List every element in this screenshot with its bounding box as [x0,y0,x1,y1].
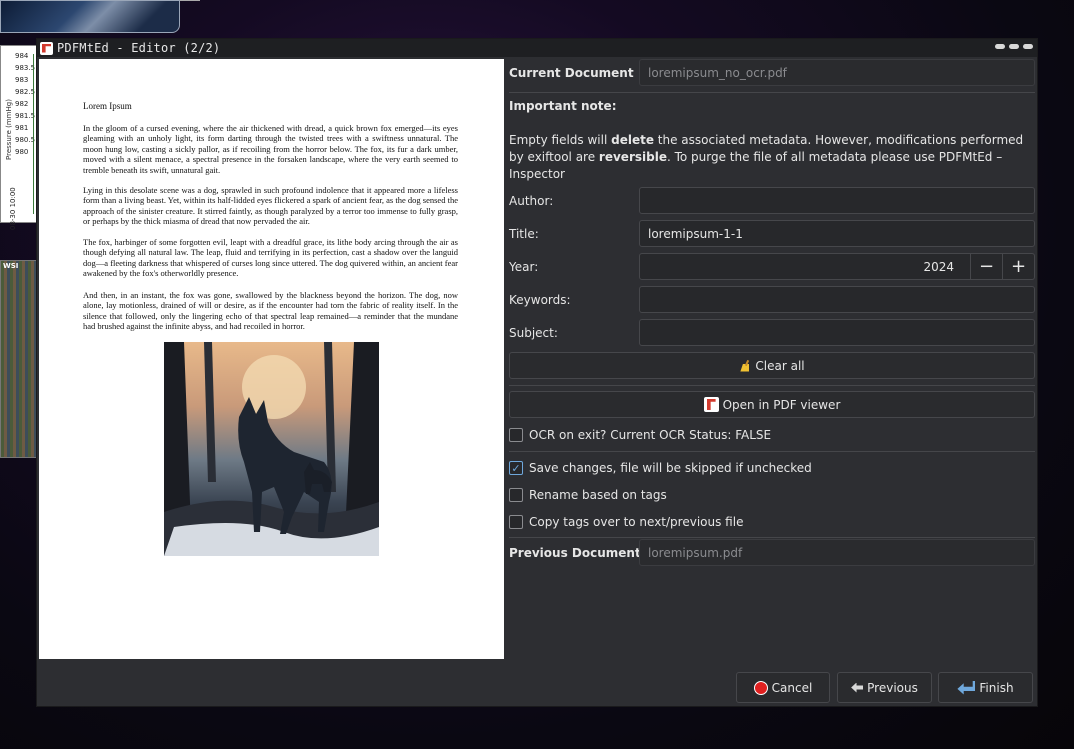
open-in-pdf-viewer-button[interactable]: Open in PDF viewer [509,391,1035,418]
subject-label: Subject: [509,326,558,340]
chart-tick: 980 [15,148,29,156]
finish-button[interactable]: Finish [938,672,1033,703]
cancel-label: Cancel [771,680,813,695]
divider [509,451,1035,452]
save-changes-checkbox-row[interactable]: ✓ Save changes, file will be skipped if … [509,461,812,475]
year-increment-button[interactable]: + [1002,254,1034,279]
preview-paragraph: In the gloom of a cursed evening, where … [83,123,458,175]
pdf-viewer-icon [703,397,719,412]
year-spinbox[interactable]: 2024 − + [639,253,1035,280]
rename-checkbox-row[interactable]: Rename based on tags [509,488,667,502]
previous-button[interactable]: Previous [837,672,932,703]
year-label: Year: [509,260,539,274]
clear-all-button[interactable]: Clear all [509,352,1035,379]
window-titlebar[interactable]: PDFMtEd - Editor (2/2) [37,39,1037,57]
save-changes-checkbox[interactable]: ✓ [509,461,523,475]
wolf-illustration-svg [164,342,379,556]
year-value: 2024 [923,260,954,274]
clear-all-label: Clear all [755,358,805,373]
chart-tick: 984 [15,52,29,60]
ocr-on-exit-label: OCR on exit? Current OCR Status: FALSE [529,428,772,442]
save-changes-label: Save changes, file will be skipped if un… [529,461,812,475]
current-document-label: Current Document [509,66,634,80]
desktop-thumbnail-image [0,0,180,33]
desktop-pressure-chart: Pressure (mmHg) 984 983.5 983 982.5 982 … [0,45,38,230]
important-note-text: Empty fields will delete the associated … [509,133,1024,181]
author-label: Author: [509,194,554,208]
rename-checkbox[interactable] [509,488,523,502]
pdf-preview[interactable]: Lorem Ipsum In the gloom of a cursed eve… [39,59,504,659]
important-note-heading: Important note: [509,99,617,113]
previous-label: Previous [867,680,918,695]
previous-document-field: loremipsum.pdf [639,539,1035,566]
chart-tick: 982 [15,100,29,108]
ocr-on-exit-checkbox-row[interactable]: OCR on exit? Current OCR Status: FALSE [509,428,771,442]
year-decrement-button[interactable]: − [970,254,1002,279]
wolf-illustration [164,342,379,556]
ocr-on-exit-checkbox[interactable] [509,428,523,442]
editor-window: PDFMtEd - Editor (2/2) Lorem Ipsum In th… [36,38,1038,707]
cancel-button[interactable]: Cancel [736,672,830,703]
current-document-field: loremipsum_no_ocr.pdf [639,59,1035,86]
copy-tags-label: Copy tags over to next/previous file [529,515,744,529]
previous-document-label: Previous Document [509,546,641,560]
finish-arrow-icon [957,680,976,695]
desktop-line [180,0,200,1]
chart-x-label: 08-30 10:00 [9,187,17,230]
chart-y-label: Pressure (mmHg) [5,99,13,160]
preview-paragraph: The fox, harbinger of some forgotten evi… [83,237,458,279]
copy-tags-checkbox[interactable] [509,515,523,529]
preview-doc-title: Lorem Ipsum [83,101,132,111]
pdfmted-app-icon [40,41,53,55]
subject-field[interactable] [639,319,1035,346]
map-tag: WSI [3,262,19,270]
copy-tags-checkbox-row[interactable]: Copy tags over to next/previous file [509,515,743,529]
author-field[interactable] [639,187,1035,214]
divider [509,385,1035,386]
cancel-icon [753,680,768,695]
keywords-label: Keywords: [509,293,571,307]
broom-icon [739,360,751,372]
window-title: PDFMtEd - Editor (2/2) [57,41,221,55]
rename-label: Rename based on tags [529,488,667,502]
keywords-field[interactable] [639,286,1035,313]
title-field[interactable]: loremipsum-1-1 [639,220,1035,247]
chart-line [33,54,34,214]
chart-tick: 981 [15,124,29,132]
window-controls [995,44,1033,49]
maximize-icon[interactable] [1009,44,1019,49]
open-viewer-label: Open in PDF viewer [722,397,841,412]
arrow-left-icon [851,682,864,693]
minimize-icon[interactable] [995,44,1005,49]
preview-paragraph: Lying in this desolate scene was a dog, … [83,185,458,227]
finish-label: Finish [979,680,1014,695]
chart-tick: 983 [15,76,29,84]
divider [509,537,1035,538]
title-label: Title: [509,227,539,241]
divider [509,92,1035,93]
metadata-panel: Current Document loremipsum_no_ocr.pdf I… [507,59,1037,699]
desktop-map-image: WSI [0,260,38,458]
close-icon[interactable] [1023,44,1033,49]
preview-paragraph: And then, in an instant, the fox was gon… [83,290,458,332]
